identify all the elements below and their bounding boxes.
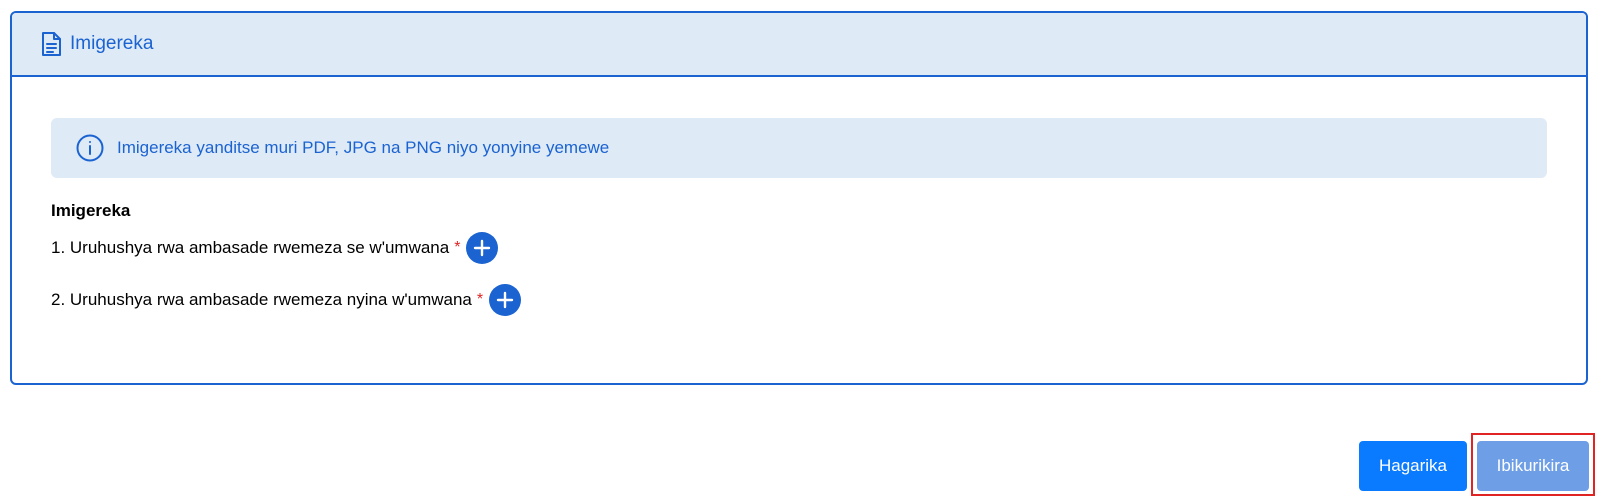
- add-attachment-button[interactable]: [489, 284, 522, 316]
- file-text-icon: [40, 31, 62, 57]
- card-title: Imigereka: [70, 33, 154, 54]
- info-alert: Imigereka yanditse muri PDF, JPG na PNG …: [51, 118, 1547, 178]
- attachments-section-title: Imigereka: [51, 201, 131, 220]
- attachment-item: 1. Uruhushya rwa ambasade rwemeza se w'u…: [51, 232, 499, 264]
- cancel-button[interactable]: Hagarika: [1359, 441, 1467, 491]
- required-asterisk: *: [454, 239, 461, 256]
- plus-circle-icon: [496, 291, 514, 309]
- info-circle-icon: [75, 133, 105, 163]
- attachment-label: 1. Uruhushya rwa ambasade rwemeza se w'u…: [51, 238, 450, 257]
- attachment-label: 2. Uruhushya rwa ambasade rwemeza nyina …: [51, 290, 472, 309]
- card-header: Imigereka: [12, 13, 1586, 77]
- attachments-card: Imigereka Imigereka yanditse muri PDF, J…: [10, 11, 1588, 385]
- required-asterisk: *: [476, 291, 484, 308]
- plus-circle-icon: [474, 239, 491, 257]
- alert-text: Imigereka yanditse muri PDF, JPG na PNG …: [117, 138, 610, 157]
- next-button[interactable]: Ibikurikira: [1477, 441, 1589, 491]
- attachment-item: 2. Uruhushya rwa ambasade rwemeza nyina …: [51, 284, 522, 316]
- add-attachment-button[interactable]: [466, 232, 499, 264]
